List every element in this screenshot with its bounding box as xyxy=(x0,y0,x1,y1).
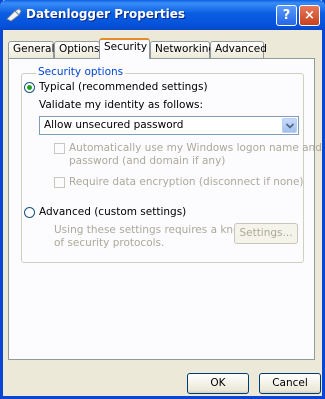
validate-identity-value: Allow unsecured password xyxy=(44,119,184,131)
data-encryption-checkbox[interactable] xyxy=(54,177,65,188)
validate-identity-dropdown[interactable]: Allow unsecured password xyxy=(39,116,299,135)
title-bar[interactable]: Datenlogger Properties ? × xyxy=(0,0,325,30)
data-encryption-label: Require data encryption (disconnect if n… xyxy=(69,176,304,188)
auto-logon-label: Automatically use my Windows logon name … xyxy=(69,142,322,154)
advanced-settings-radio[interactable] xyxy=(24,207,35,218)
typical-settings-radio[interactable] xyxy=(24,82,35,93)
connection-icon xyxy=(6,8,22,22)
ok-button[interactable]: OK xyxy=(187,373,249,394)
tab-options[interactable]: Options xyxy=(54,41,100,58)
close-button[interactable]: × xyxy=(299,5,320,26)
tab-security[interactable]: Security xyxy=(99,38,150,59)
group-title: Security options xyxy=(36,66,126,78)
typical-settings-label[interactable]: Typical (recommended settings) xyxy=(39,81,208,93)
advanced-description-line2: of security protocols. xyxy=(54,237,165,249)
validate-identity-label: Validate my identity as follows: xyxy=(39,99,204,111)
window-title: Datenlogger Properties xyxy=(26,7,185,21)
advanced-settings-label[interactable]: Advanced (custom settings) xyxy=(39,206,186,218)
tab-networking[interactable]: Networking xyxy=(150,41,215,58)
auto-logon-checkbox[interactable] xyxy=(54,143,65,154)
auto-logon-label-line2: password (and domain if any) xyxy=(69,155,226,167)
chevron-down-icon[interactable] xyxy=(282,118,297,133)
help-button[interactable]: ? xyxy=(276,5,297,26)
settings-button[interactable]: Settings... xyxy=(234,223,298,244)
cancel-button[interactable]: Cancel xyxy=(259,373,321,394)
tab-general[interactable]: General xyxy=(8,41,54,58)
tab-advanced[interactable]: Advanced xyxy=(210,41,267,58)
